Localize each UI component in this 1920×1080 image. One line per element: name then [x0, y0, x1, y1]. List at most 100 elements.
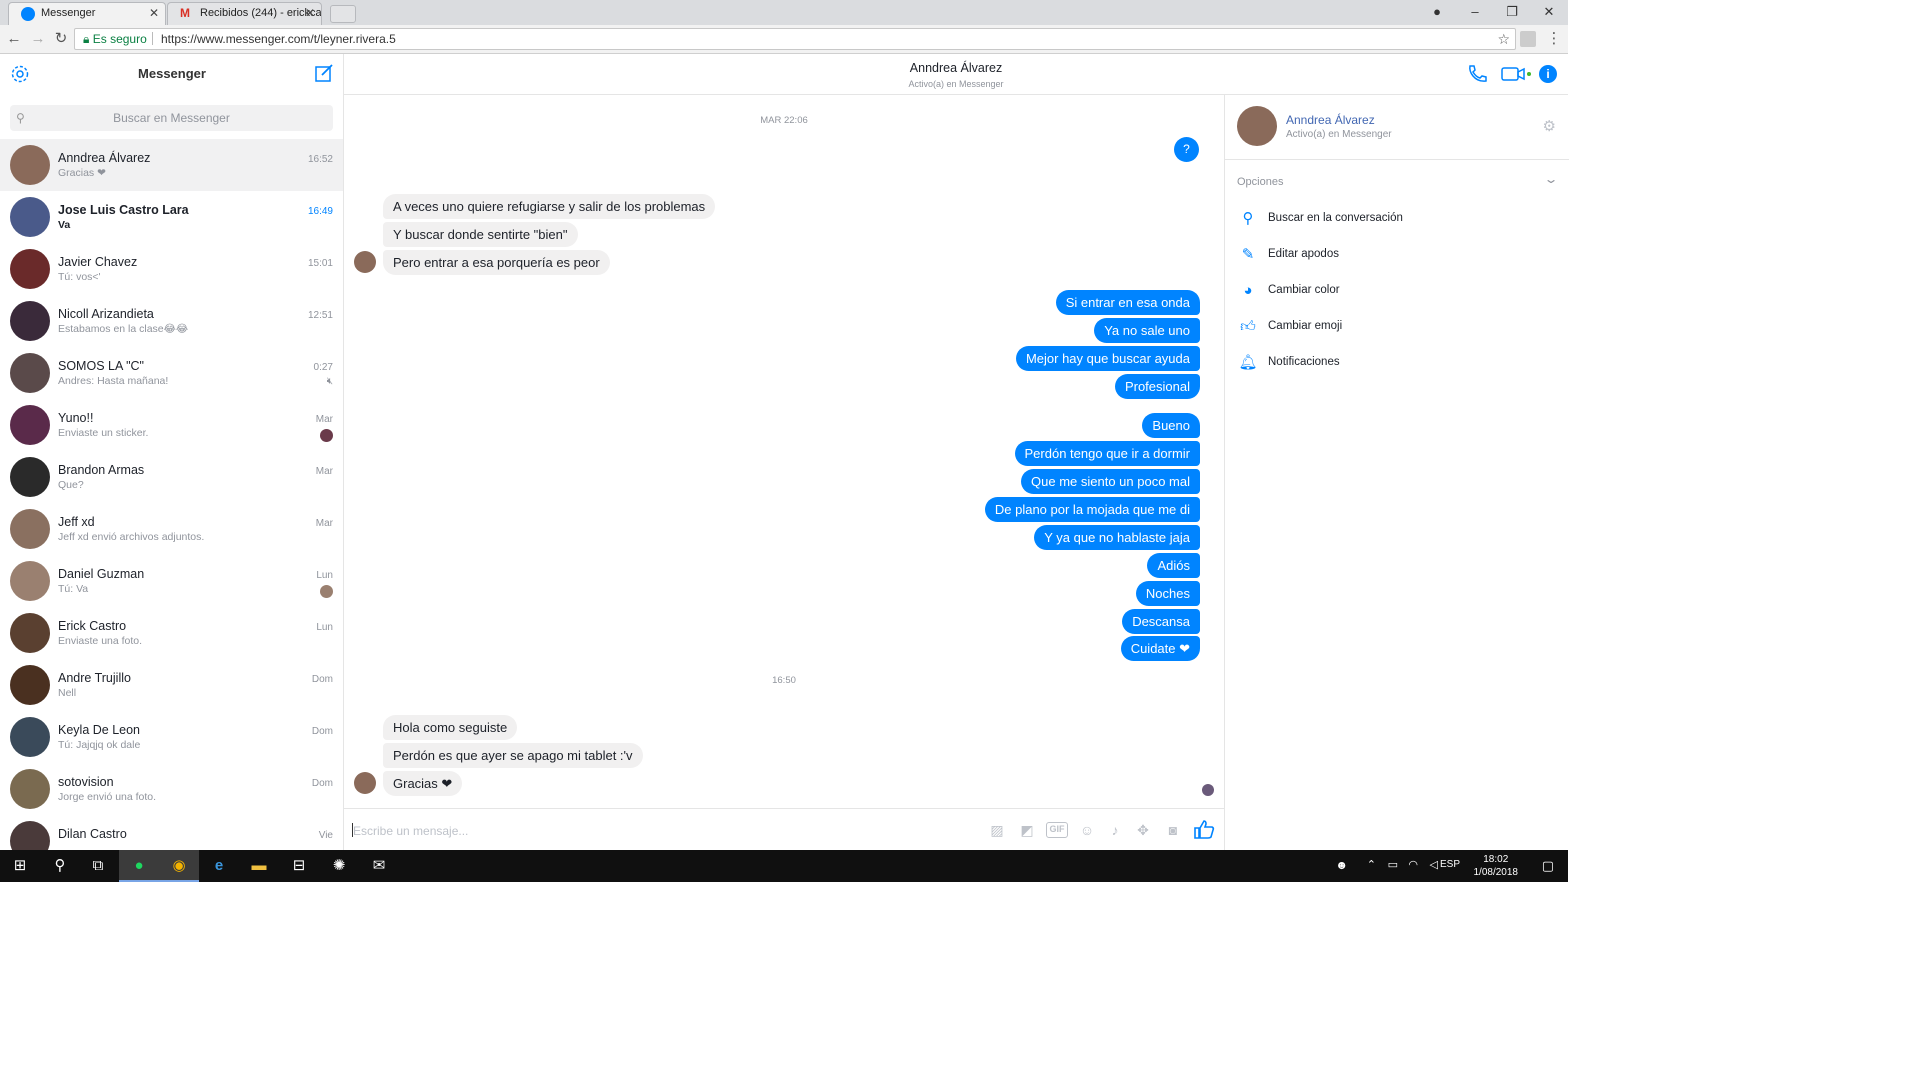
close-tab-icon[interactable]: ✕: [149, 3, 159, 24]
incoming-message[interactable]: Gracias ❤: [383, 771, 463, 796]
conversation-snippet: Andres: Hasta mañana!: [58, 375, 169, 387]
conversation-item[interactable]: Andre Trujillo Nell Dom: [0, 659, 343, 711]
outgoing-message[interactable]: Cuidate ❤: [1120, 636, 1200, 661]
search-input[interactable]: ⚲ Buscar en Messenger: [10, 105, 333, 131]
message-input[interactable]: Escribe un mensaje...: [353, 824, 468, 838]
option-change-color[interactable]: ◕ Cambiar color: [1237, 281, 1537, 303]
battery-icon[interactable]: ▭: [1388, 858, 1398, 871]
conversation-name: Jose Luis Castro Lara: [58, 203, 189, 217]
chat-title[interactable]: Anndrea Álvarez: [344, 61, 1568, 75]
gif-icon[interactable]: GIF: [1046, 822, 1068, 838]
chevron-down-icon[interactable]: ⌄: [1543, 172, 1558, 186]
forward-icon[interactable]: →: [29, 30, 47, 48]
conversation-item[interactable]: Daniel Guzman Tú: Va Lun: [0, 555, 343, 607]
spotify-icon[interactable]: ●: [119, 850, 159, 882]
gear-icon[interactable]: ⚙: [1543, 117, 1556, 135]
incoming-message[interactable]: Y buscar donde sentirte "bien": [383, 222, 578, 247]
outgoing-message[interactable]: Ya no sale uno: [1094, 318, 1200, 343]
clock[interactable]: 18:02 1/08/2018: [1474, 853, 1519, 879]
option-search-conversation[interactable]: ⚲ Buscar en la conversación: [1237, 209, 1537, 231]
extension-icon[interactable]: [1520, 31, 1536, 47]
conversation-item[interactable]: Nicoll Arizandieta Estabamos en la clase…: [0, 295, 343, 347]
secure-label[interactable]: 🔒︎ Es seguro: [83, 29, 147, 49]
outgoing-message[interactable]: Y ya que no hablaste jaja: [1034, 525, 1200, 550]
video-call-icon[interactable]: [1501, 66, 1531, 82]
outgoing-message[interactable]: Descansa: [1122, 609, 1200, 634]
outgoing-message[interactable]: Bueno: [1142, 413, 1200, 438]
maximize-icon[interactable]: ❐: [1497, 2, 1527, 22]
profile-icon[interactable]: ●: [1422, 2, 1452, 22]
outgoing-message[interactable]: Noches: [1135, 581, 1200, 606]
edge-icon[interactable]: e: [199, 850, 239, 882]
conversation-item[interactable]: SOMOS LA "C" Andres: Hasta mañana! 0:27 …: [0, 347, 343, 399]
windows-start-icon[interactable]: ⊞: [0, 850, 40, 882]
conversation-item[interactable]: sotovision Jorge envió una foto. Dom: [0, 763, 343, 815]
conversation-item[interactable]: Jose Luis Castro Lara Va 16:49: [0, 191, 343, 243]
conversation-list-pane: Messenger ⚲ Buscar en Messenger Anndrea …: [0, 54, 344, 850]
conversation-item[interactable]: Javier Chavez Tú: vos<' 15:01: [0, 243, 343, 295]
close-window-icon[interactable]: ✕: [1534, 2, 1564, 22]
app-icon[interactable]: ✺: [319, 850, 359, 882]
wifi-icon[interactable]: ◠: [1408, 858, 1418, 871]
outgoing-message[interactable]: Adiós: [1147, 553, 1200, 578]
option-edit-nicknames[interactable]: ✎ Editar apodos: [1237, 245, 1537, 267]
incoming-message[interactable]: Hola como seguiste: [383, 715, 518, 740]
photo-icon[interactable]: ▨: [987, 821, 1007, 839]
omnibox[interactable]: 🔒︎ Es seguro https://www.messenger.com/t…: [74, 28, 1516, 50]
language-indicator[interactable]: ESP: [1440, 859, 1460, 870]
thumbs-up-icon[interactable]: [1193, 819, 1215, 839]
conversation-item[interactable]: Keyla De Leon Tú: Jajqjq ok dale Dom: [0, 711, 343, 763]
back-icon[interactable]: ←: [5, 30, 23, 48]
sticker-icon[interactable]: ◩: [1017, 821, 1037, 839]
option-notifications[interactable]: 🔔︎ Notificaciones: [1237, 353, 1537, 375]
task-view-icon[interactable]: ⧉: [78, 850, 118, 882]
reload-icon[interactable]: ↻: [52, 30, 70, 48]
incoming-message[interactable]: Pero entrar a esa porquería es peor: [383, 250, 610, 275]
avatar[interactable]: [1237, 106, 1277, 146]
url-text[interactable]: https://www.messenger.com/t/leyner.river…: [161, 29, 396, 49]
emoji-icon[interactable]: ☺: [1077, 821, 1097, 839]
phone-icon[interactable]: [1466, 64, 1488, 84]
tab-gmail[interactable]: M Recibidos (244) - erickcas ✕: [167, 2, 322, 25]
camera-icon[interactable]: ◙: [1163, 821, 1183, 839]
new-message-icon[interactable]: [314, 63, 334, 83]
outgoing-message[interactable]: De plano por la mojada que me di: [984, 497, 1200, 522]
star-icon[interactable]: ☆: [1497, 29, 1510, 49]
question-bubble[interactable]: ?: [1174, 137, 1199, 162]
menu-icon[interactable]: ⋮: [1545, 30, 1563, 48]
store-icon[interactable]: ⊟: [279, 850, 319, 882]
minimize-icon[interactable]: –: [1460, 2, 1490, 22]
muted-icon: 🔇︎: [326, 376, 333, 387]
conversation-item[interactable]: Anndrea Álvarez Gracias ❤ 16:52: [0, 139, 343, 191]
option-change-emoji[interactable]: 👍︎ Cambiar emoji: [1237, 317, 1537, 339]
new-tab-button[interactable]: [330, 5, 356, 23]
people-icon[interactable]: ☻: [1335, 858, 1348, 872]
incoming-message[interactable]: A veces uno quiere refugiarse y salir de…: [383, 194, 716, 219]
incoming-message[interactable]: Perdón es que ayer se apago mi tablet :'…: [383, 743, 643, 768]
outgoing-message[interactable]: Si entrar en esa onda: [1055, 290, 1200, 315]
tab-messenger[interactable]: Messenger ✕: [8, 2, 166, 25]
conversation-item[interactable]: Jeff xd Jeff xd envió archivos adjuntos.…: [0, 503, 343, 555]
info-icon[interactable]: i: [1539, 65, 1557, 83]
notification-center-icon[interactable]: ▢: [1542, 858, 1554, 874]
mail-icon[interactable]: ✉: [359, 850, 399, 882]
outgoing-message[interactable]: Profesional: [1114, 374, 1200, 399]
outgoing-message[interactable]: Que me siento un poco mal: [1021, 469, 1200, 494]
microphone-icon[interactable]: ♪: [1105, 821, 1125, 839]
outgoing-message[interactable]: Mejor hay que buscar ayuda: [1015, 346, 1200, 371]
chrome-icon[interactable]: ◉: [159, 850, 199, 882]
conversation-item[interactable]: Brandon Armas Que? Mar: [0, 451, 343, 503]
options-heading[interactable]: Opciones: [1237, 176, 1283, 188]
search-icon[interactable]: ⚲: [40, 850, 80, 882]
details-name[interactable]: Anndrea Álvarez: [1286, 113, 1375, 127]
conversation-item[interactable]: Erick Castro Enviaste una foto. Lun: [0, 607, 343, 659]
close-tab-icon[interactable]: ✕: [305, 3, 315, 24]
game-icon[interactable]: ✥: [1133, 821, 1153, 839]
file-explorer-icon[interactable]: ▬: [239, 850, 279, 882]
conversation-item[interactable]: Yuno!! Enviaste un sticker. Mar: [0, 399, 343, 451]
chevron-up-icon[interactable]: ⌃: [1367, 858, 1376, 871]
option-label: Notificaciones: [1268, 356, 1340, 368]
outgoing-message[interactable]: Perdón tengo que ir a dormir: [1014, 441, 1200, 466]
conversation-item[interactable]: Dilan Castro Vie: [0, 815, 343, 850]
volume-icon[interactable]: ◁: [1430, 858, 1438, 871]
